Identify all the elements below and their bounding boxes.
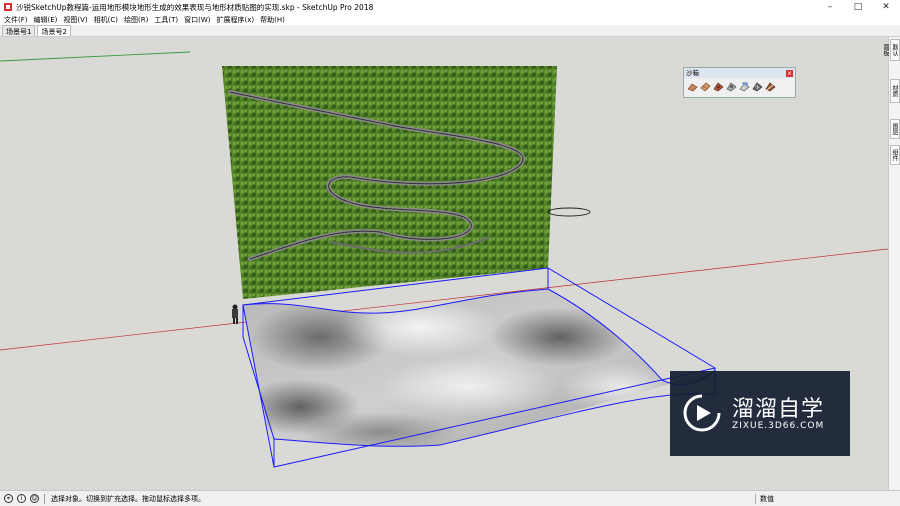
flip-edge-icon[interactable]: [765, 81, 776, 92]
scene-tab-bar: 场景号1 场景号2: [0, 25, 900, 37]
tray-tab-components[interactable]: 组件: [890, 145, 900, 165]
status-divider: [44, 493, 45, 504]
scene-tab-2[interactable]: 场景号2: [37, 25, 71, 36]
status-message: 选择对象。切换到扩充选择。拖动鼠标选择多项。: [51, 494, 205, 503]
circle-guide: [547, 207, 591, 217]
scale-figure[interactable]: [232, 304, 238, 325]
terrain-mesh[interactable]: [240, 289, 715, 452]
play-logo-icon: [683, 394, 721, 432]
menu-window[interactable]: 窗口(W): [184, 15, 210, 25]
aerial-photo-panel[interactable]: [222, 66, 557, 299]
watermark-title: 溜溜自学: [732, 397, 825, 422]
menu-help[interactable]: 帮助(H): [260, 15, 285, 25]
from-scratch-icon[interactable]: [700, 81, 711, 92]
stamp-icon[interactable]: [726, 81, 737, 92]
minimize-button[interactable]: –: [816, 0, 844, 14]
sketchup-app-icon: [4, 3, 12, 11]
sandbox-title: 沙箱: [686, 69, 699, 77]
drape-icon[interactable]: [739, 81, 750, 92]
credits-icon[interactable]: i: [17, 494, 26, 503]
smoove-icon[interactable]: [713, 81, 724, 92]
status-bar: ⌖ i ☺ 选择对象。切换到扩充选择。拖动鼠标选择多项。 数值: [0, 490, 900, 506]
menu-tools[interactable]: 工具(T): [154, 15, 178, 25]
menu-extensions[interactable]: 扩展程序(x): [216, 15, 254, 25]
title-bar: 沙锐SketchUp教程篇-运用地形模块地形生成的效果表现与地形材质贴图的实现.…: [0, 0, 900, 14]
menu-draw[interactable]: 绘图(R): [124, 15, 148, 25]
menu-camera[interactable]: 相机(C): [94, 15, 118, 25]
tray-tab-default[interactable]: 默认面板: [882, 39, 900, 61]
watermark-url: ZIXUE.3D66.COM: [732, 421, 825, 431]
close-button[interactable]: ✕: [872, 0, 900, 14]
green-axis: [0, 51, 191, 62]
menu-file[interactable]: 文件(F): [4, 15, 28, 25]
window-title: 沙锐SketchUp教程篇-运用地形模块地形生成的效果表现与地形材质贴图的实现.…: [16, 2, 374, 12]
sandbox-toolbar[interactable]: 沙箱 x: [683, 67, 796, 98]
menu-view[interactable]: 视图(V): [63, 15, 87, 25]
maximize-button[interactable]: □: [844, 0, 872, 14]
menu-edit[interactable]: 编辑(E): [34, 15, 58, 25]
default-tray: 默认面板 材质 图层 组件: [882, 37, 900, 490]
geo-location-icon[interactable]: ⌖: [4, 494, 13, 503]
add-detail-icon[interactable]: [752, 81, 763, 92]
scene-tab-1[interactable]: 场景号1: [2, 25, 36, 36]
measurements-box[interactable]: 数值: [755, 494, 900, 504]
watermark-overlay: 溜溜自学 ZIXUE.3D66.COM: [670, 371, 850, 456]
tray-tab-layers[interactable]: 图层: [890, 119, 900, 139]
sandbox-close-button[interactable]: x: [786, 70, 793, 77]
from-contours-icon[interactable]: [687, 81, 698, 92]
menu-bar: 文件(F) 编辑(E) 视图(V) 相机(C) 绘图(R) 工具(T) 窗口(W…: [0, 14, 900, 25]
tray-tab-materials[interactable]: 材质: [890, 79, 900, 103]
user-icon[interactable]: ☺: [30, 494, 39, 503]
